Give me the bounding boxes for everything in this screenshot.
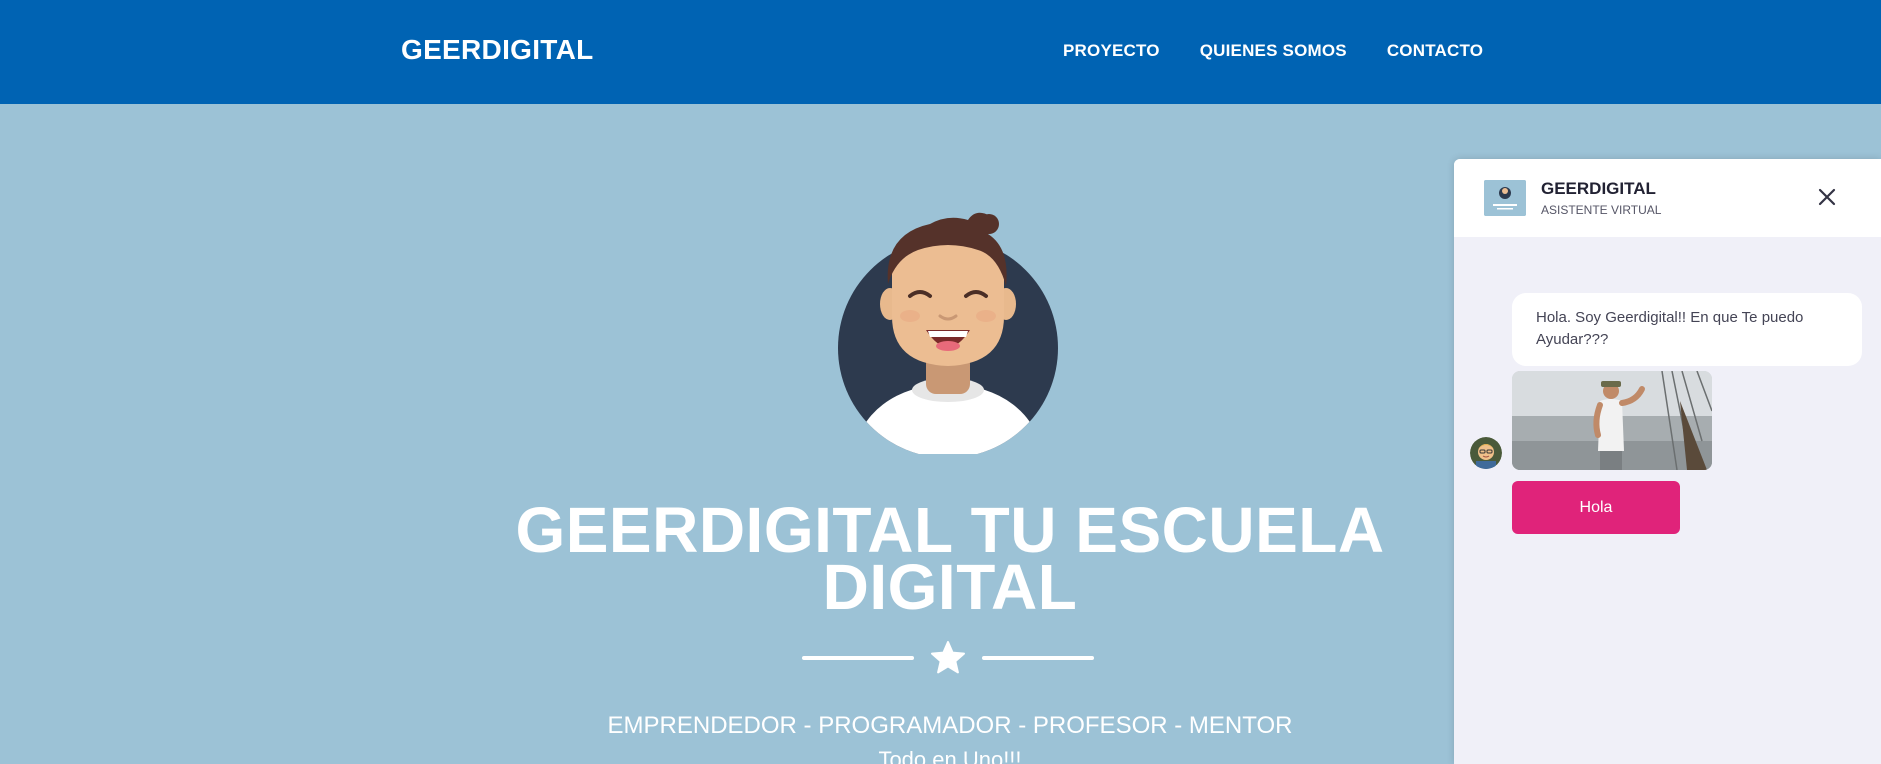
- quick-reply-hola-button[interactable]: Hola: [1512, 481, 1680, 534]
- bot-avatar-icon: [1470, 437, 1502, 469]
- chat-header: GEERDIGITAL ASISTENTE VIRTUAL: [1454, 159, 1881, 237]
- chat-photo-image[interactable]: [1512, 371, 1712, 470]
- hero-subtitle: EMPRENDEDOR - PROGRAMADOR - PROFESOR - M…: [607, 712, 1293, 739]
- divider-line-left: [802, 656, 914, 660]
- nav-link-quienes-somos[interactable]: QUIENES SOMOS: [1200, 41, 1347, 61]
- nav-link-contacto[interactable]: CONTACTO: [1387, 41, 1483, 61]
- hero-title: GEERDIGITAL TU ESCUELA DIGITAL: [515, 494, 1385, 623]
- nav-menu: PROYECTO QUIENES SOMOS CONTACTO: [1063, 41, 1483, 61]
- divider-line-right: [982, 656, 1094, 660]
- chat-bot-name: GEERDIGITAL: [1541, 179, 1656, 198]
- star-icon: [931, 641, 965, 674]
- chat-logo-icon: [1484, 180, 1526, 216]
- smiling-person-avatar-icon: [838, 212, 1058, 454]
- brand-logo-link[interactable]: GEERDIGITAL: [401, 34, 594, 66]
- close-icon[interactable]: [1814, 184, 1840, 210]
- chat-message-bubble: Hola. Soy Geerdigital!! En que Te puedo …: [1512, 293, 1862, 366]
- hero-tagline: Todo en Uno!!!: [878, 747, 1022, 764]
- nav-link-proyecto[interactable]: PROYECTO: [1063, 41, 1160, 61]
- chat-widget: GEERDIGITAL ASISTENTE VIRTUAL Hola. Soy …: [1454, 159, 1881, 764]
- hero-divider: [802, 641, 1094, 675]
- chat-bot-role: ASISTENTE VIRTUAL: [1541, 203, 1662, 217]
- navbar: GEERDIGITAL PROYECTO QUIENES SOMOS CONTA…: [0, 0, 1881, 104]
